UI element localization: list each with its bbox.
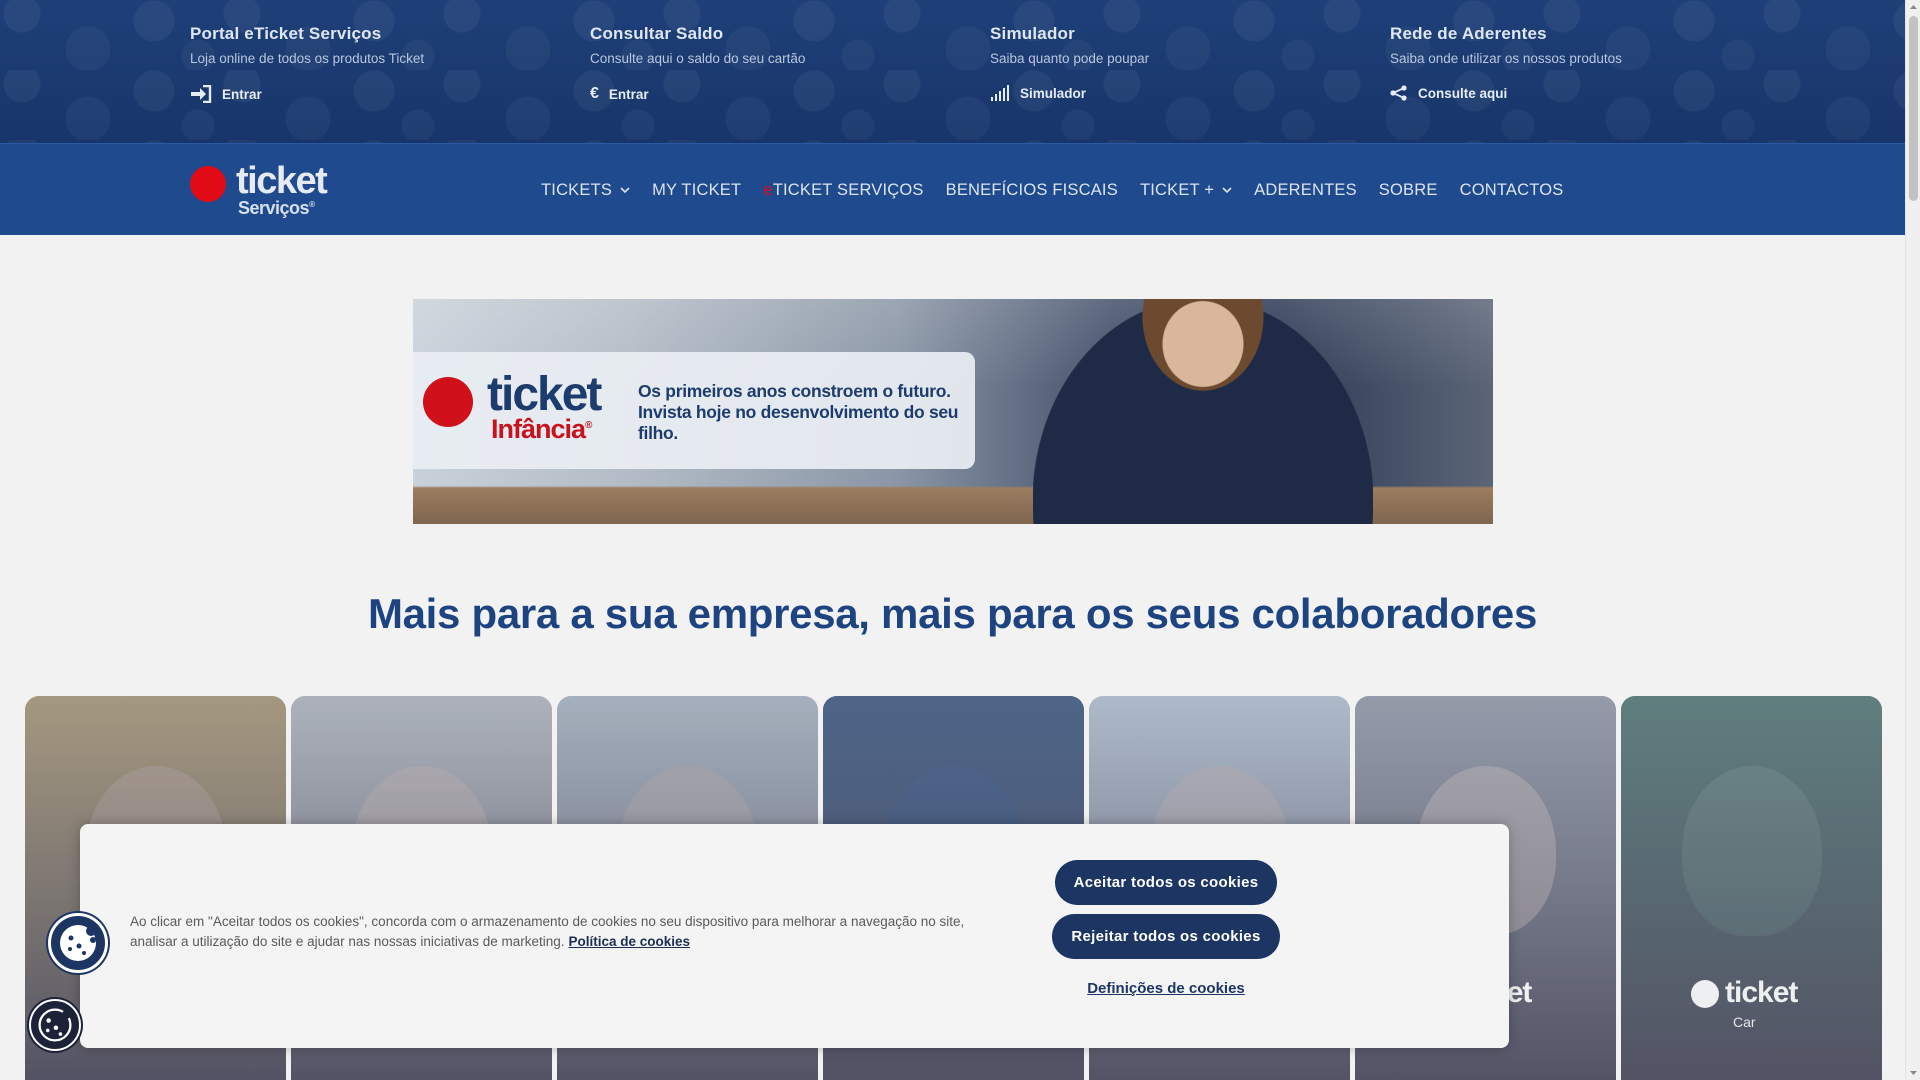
page-scrollbar[interactable] [1905,0,1920,1080]
banner-child-photo [1033,299,1373,524]
cookie-message: Ao clicar em "Aceitar todos os cookies",… [130,914,965,949]
logo-red-dot [190,166,226,202]
card-logo-sub: Car [1733,1014,1756,1030]
utility-title: Simulador [990,24,1075,43]
utility-title: Consultar Saldo [590,24,724,43]
utility-title: Portal eTicket Serviços [190,24,382,43]
nav-item-eticket-servicos[interactable]: e TICKET SERVIÇOS [763,181,923,200]
scrollbar-thumb[interactable] [1909,16,1918,201]
simulador-label: Simulador [1020,85,1087,101]
utility-consultar-saldo: Consultar Saldo Consulte aqui o saldo do… [590,24,970,103]
utility-bar: Portal eTicket Serviços Loja online de t… [0,0,1905,143]
saldo-entrar-label: Entrar [608,86,649,102]
nav-item-contactos[interactable]: CONTACTOS [1460,181,1564,200]
share-icon [1390,85,1408,101]
utility-title: Rede de Aderentes [1390,24,1547,43]
utility-subtitle: Saiba quanto pode poupar [990,51,1150,66]
euro-icon: € [590,85,599,102]
consulte-aqui-label: Consulte aqui [1418,85,1508,101]
accept-all-cookies-button[interactable]: Aceitar todos os cookies [1055,860,1277,905]
cookie-banner-icon [48,913,108,973]
cookie-settings-link[interactable]: Definições de cookies [1051,980,1281,997]
banner-panel: ticket Infância® Os primeiros anos const… [413,352,975,469]
cookie-policy-link[interactable]: Política de cookies [569,934,691,949]
utility-subtitle: Consulte aqui o saldo do seu cartão [590,51,806,66]
main-navbar: ticket Serviços® TICKETS MY TICKET e TICK… [0,143,1905,235]
ticket-servicos-logo[interactable]: ticket Serviços® [190,160,340,220]
scroll-down-arrow-icon[interactable] [1909,1068,1918,1077]
portal-entrar-label: Entrar [222,86,262,102]
simulador-link[interactable]: Simulador [990,85,1370,101]
utility-subtitle: Loja online de todos os produtos Ticket [190,51,425,66]
banner-tagline: Os primeiros anos constroem o futuro. In… [638,381,959,443]
logo-word-servicos: Serviços® [238,198,315,218]
nav-item-aderentes[interactable]: ADERENTES [1254,181,1357,200]
nav-item-beneficios-fiscais[interactable]: BENEFÍCIOS FISCAIS [946,181,1118,200]
cookie-preferences-icon[interactable] [29,999,81,1051]
chevron-down-icon [620,186,630,193]
main-menu: TICKETS MY TICKET e TICKET SERVIÇOS BENEF… [541,144,1585,236]
scroll-up-arrow-icon[interactable] [1909,3,1918,12]
banner-logo-dot [423,377,473,427]
login-icon [190,85,212,103]
utility-simulador: Simulador Saiba quanto pode poupar Simul… [990,24,1370,101]
logo-word-ticket: ticket [236,160,328,202]
nav-item-sobre[interactable]: SOBRE [1379,181,1438,200]
utility-portal-eticket: Portal eTicket Serviços Loja online de t… [190,24,570,103]
product-card[interactable]: ticket Car [1621,696,1882,1080]
nav-item-ticket-plus[interactable]: TICKET + [1140,181,1232,200]
reject-all-cookies-button[interactable]: Rejeitar todos os cookies [1052,914,1280,959]
nav-item-tickets[interactable]: TICKETS [541,181,630,200]
consulte-aqui-link[interactable]: Consulte aqui [1390,85,1770,101]
cookie-consent-banner: Ao clicar em "Aceitar todos os cookies",… [80,824,1509,1048]
utility-subtitle: Saiba onde utilizar os nossos produtos [1390,51,1622,66]
section-headline: Mais para a sua empresa, mais para os se… [367,590,1538,637]
utility-rede-aderentes: Rede de Aderentes Saiba onde utilizar os… [1390,24,1770,101]
portal-entrar-link[interactable]: Entrar [190,85,570,103]
card-logo: ticket [1691,976,1798,1010]
nav-item-my-ticket[interactable]: MY TICKET [652,181,741,200]
chevron-down-icon [1222,186,1232,193]
banner-logo-infancia: Infância® [491,414,592,444]
signal-bars-icon [990,85,1010,101]
ticket-infancia-banner[interactable]: ticket Infância® Os primeiros anos const… [413,299,1493,524]
saldo-entrar-link[interactable]: € Entrar [590,85,970,103]
